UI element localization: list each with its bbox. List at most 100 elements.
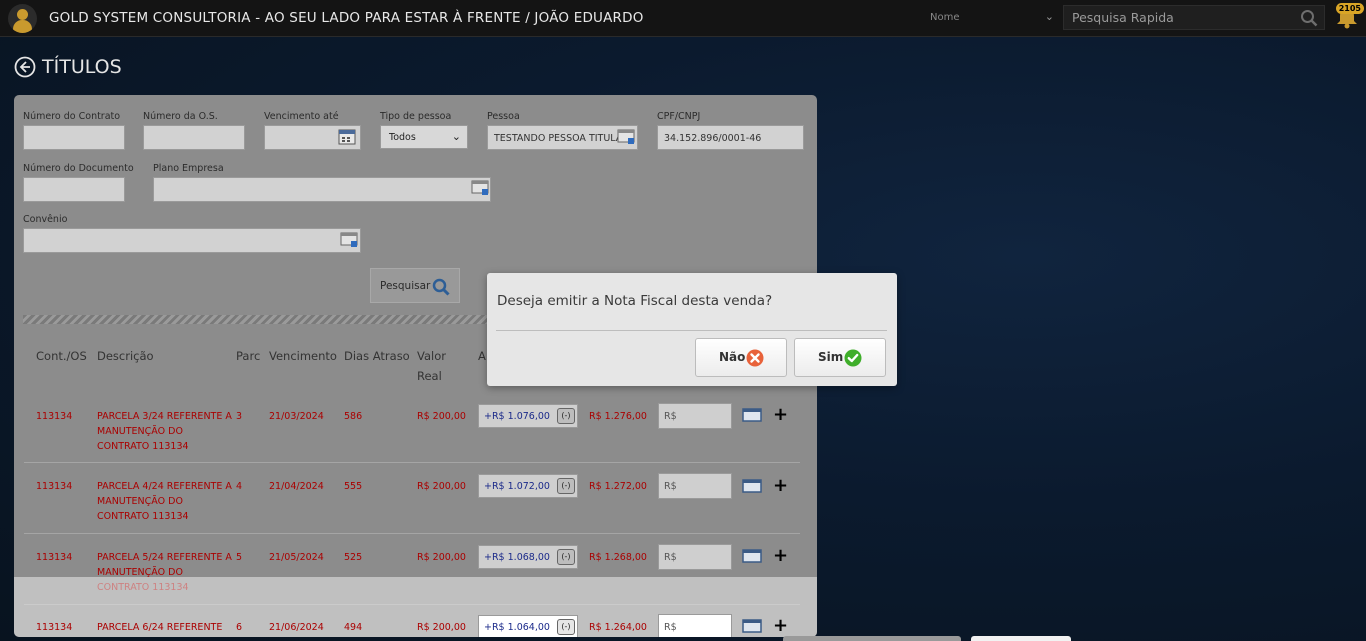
add-row-icon[interactable]: + (773, 617, 788, 635)
row-payment-input[interactable]: R$ (658, 614, 732, 637)
row-payment-input[interactable]: R$ (658, 473, 732, 499)
row-installment: 5 (236, 552, 243, 563)
search-icon[interactable] (1300, 9, 1318, 27)
lookup-icon[interactable] (340, 232, 358, 248)
row-total: R$ 1.272,00 (589, 481, 647, 492)
row-payment-input[interactable]: R$ (658, 544, 732, 570)
no-button[interactable]: Não (695, 338, 787, 377)
row-days-late: 555 (344, 481, 363, 492)
search-type-select[interactable]: Nome ⌄ (926, 7, 1058, 29)
row-surcharge-field[interactable]: +R$ 1.064,00 (-) (478, 615, 578, 637)
search-type-value: Nome (930, 12, 960, 23)
discount-toggle-button[interactable]: (-) (557, 549, 575, 565)
row-contract: 113134 (36, 552, 73, 563)
row-surcharge-value: +R$ 1.064,00 (484, 622, 550, 633)
row-days-late: 494 (344, 622, 363, 633)
person-type-label: Tipo de pessoa (380, 111, 452, 122)
card-icon[interactable] (742, 407, 762, 423)
app-title: GOLD SYSTEM CONSULTORIA - AO SEU LADO PA… (49, 10, 644, 26)
person-type-select[interactable]: Todos ⌄ (380, 125, 468, 149)
chevron-down-icon: ⌄ (451, 130, 461, 143)
row-contract: 113134 (36, 622, 73, 633)
col-header-description: Descrição (97, 349, 154, 363)
row-surcharge-value: +R$ 1.076,00 (484, 411, 550, 422)
agreement-input[interactable] (23, 228, 361, 253)
row-contract: 113134 (36, 481, 73, 492)
row-surcharge-field[interactable]: +R$ 1.068,00 (-) (478, 545, 578, 569)
company-plan-input[interactable] (153, 177, 491, 202)
discount-toggle-button[interactable]: (-) (557, 478, 575, 494)
yes-button-label: Sim (818, 350, 844, 364)
row-due-date: 21/06/2024 (269, 622, 324, 633)
row-payment-input[interactable]: R$ (658, 403, 732, 429)
cpf-cnpj-label: CPF/CNPJ (657, 111, 701, 122)
os-number-input[interactable] (143, 125, 245, 150)
notification-badge: 2105 (1335, 3, 1364, 14)
row-surcharge-field[interactable]: +R$ 1.076,00 (-) (478, 404, 578, 428)
row-contract: 113134 (36, 411, 73, 422)
page-title: TÍTULOS (14, 56, 122, 78)
row-surcharge-field[interactable]: +R$ 1.072,00 (-) (478, 474, 578, 498)
row-installment: 4 (236, 481, 243, 492)
document-number-label: Número do Documento (23, 163, 134, 174)
search-button[interactable]: Pesquisar (370, 268, 460, 303)
discount-toggle-button[interactable]: (-) (557, 408, 575, 424)
lookup-icon[interactable] (471, 180, 489, 196)
search-button-label: Pesquisar (380, 280, 431, 292)
top-bar: GOLD SYSTEM CONSULTORIA - AO SEU LADO PA… (0, 0, 1366, 37)
no-button-label: Não (719, 350, 746, 364)
person-input[interactable]: TESTANDO PESSOA TITULAR (487, 125, 638, 150)
row-real-value: R$ 200,00 (417, 552, 466, 563)
row-days-late: 586 (344, 411, 363, 422)
user-avatar-icon[interactable] (8, 4, 37, 33)
person-label: Pessoa (487, 111, 520, 122)
card-icon[interactable] (742, 478, 762, 494)
company-plan-label: Plano Empresa (153, 163, 224, 174)
col-header-real-value: Valor Real (417, 349, 446, 383)
col-header-due-date: Vencimento (269, 349, 337, 363)
row-surcharge-value: +R$ 1.068,00 (484, 552, 550, 563)
yes-button[interactable]: Sim (794, 338, 886, 377)
row-description: PARCELA 6/24 REFERENTE (97, 622, 223, 633)
row-installment: 3 (236, 411, 243, 422)
row-due-date: 21/04/2024 (269, 481, 324, 492)
row-description: PARCELA 3/24 REFERENTE A MANUTENÇÃO DO C… (97, 411, 232, 452)
person-type-value: Todos (389, 132, 416, 143)
row-due-date: 21/03/2024 (269, 411, 324, 422)
due-date-label: Vencimento até (264, 111, 339, 122)
contract-number-label: Número do Contrato (23, 111, 121, 122)
add-row-icon[interactable]: + (773, 547, 788, 565)
footer-button[interactable] (971, 636, 1071, 641)
dialog-divider (496, 330, 887, 331)
back-arrow-icon[interactable] (14, 56, 36, 78)
notifications-button[interactable]: 2105 (1334, 3, 1364, 32)
row-real-value: R$ 200,00 (417, 622, 466, 633)
quick-search (1063, 5, 1325, 30)
quick-search-input[interactable] (1064, 6, 1294, 29)
row-installment: 6 (236, 622, 243, 633)
col-header-a: A (478, 349, 486, 363)
contract-number-input[interactable] (23, 125, 125, 150)
page-title-text: TÍTULOS (42, 56, 122, 78)
lookup-icon[interactable] (617, 129, 635, 145)
calendar-icon[interactable] (338, 129, 356, 145)
row-description: PARCELA 4/24 REFERENTE A MANUTENÇÃO DO C… (97, 481, 232, 522)
col-header-cont-os: Cont./OS (36, 349, 87, 363)
card-icon[interactable] (742, 548, 762, 564)
row-total: R$ 1.264,00 (589, 622, 647, 633)
confirm-dialog: Deseja emitir a Nota Fiscal desta venda?… (487, 273, 897, 386)
add-row-icon[interactable]: + (773, 477, 788, 495)
discount-toggle-button[interactable]: (-) (557, 619, 575, 635)
cpf-cnpj-input[interactable]: 34.152.896/0001-46 (657, 125, 804, 150)
search-icon (432, 278, 450, 296)
col-header-days-late: Dias Atraso (344, 349, 410, 363)
row-real-value: R$ 200,00 (417, 481, 466, 492)
document-number-input[interactable] (23, 177, 125, 202)
row-days-late: 525 (344, 552, 363, 563)
card-icon[interactable] (742, 618, 762, 634)
add-row-icon[interactable]: + (773, 406, 788, 424)
chevron-down-icon: ⌄ (1044, 10, 1054, 23)
close-circle-icon (746, 349, 764, 367)
footer-button[interactable] (783, 636, 961, 641)
row-total: R$ 1.276,00 (589, 411, 647, 422)
